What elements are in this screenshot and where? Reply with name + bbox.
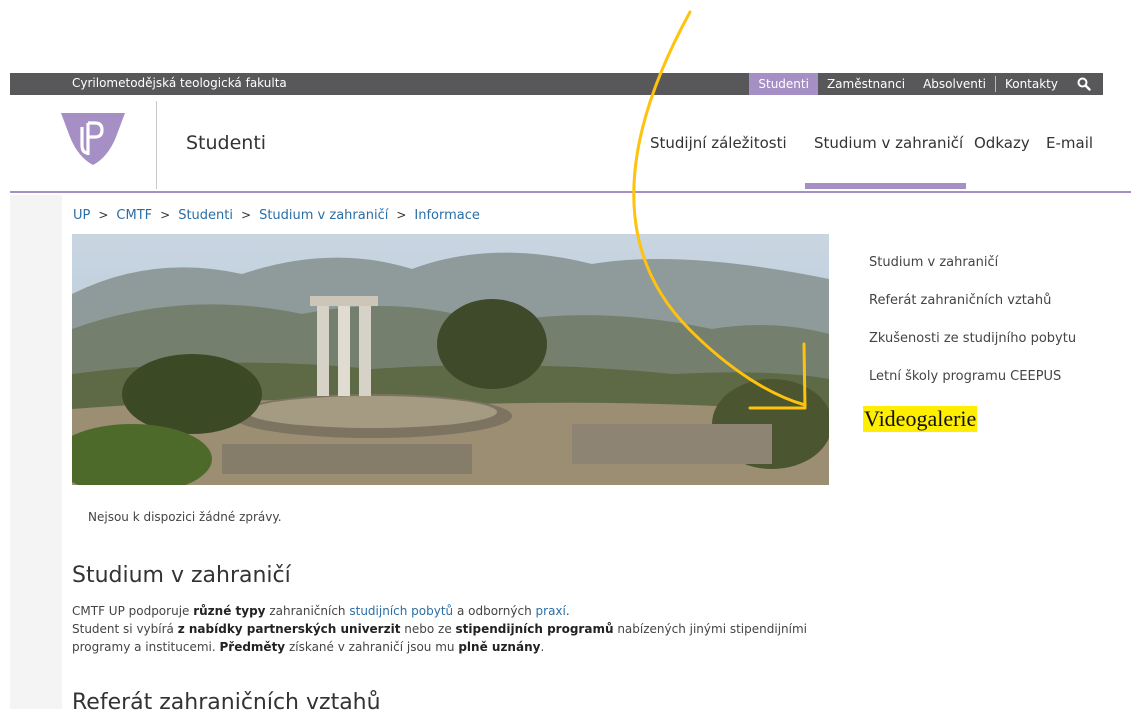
text: . — [565, 604, 570, 618]
breadcrumb-separator: > — [396, 208, 407, 222]
link-praxe[interactable]: praxí — [536, 604, 566, 618]
breadcrumb-separator: > — [98, 208, 109, 222]
main-nav: Studijní záležitosti Studium v zahraničí… — [10, 134, 1131, 158]
top-link-kontakty[interactable]: Kontakty — [996, 73, 1067, 95]
breadcrumb-studium[interactable]: Studium v zahraničí — [259, 208, 388, 223]
top-nav: Studenti Zaměstnanci Absolventi Kontakty — [749, 73, 1103, 95]
search-icon[interactable] — [1067, 73, 1103, 95]
text: a odborných — [453, 604, 536, 618]
header-bottom-border — [10, 191, 1131, 193]
bold-text: z nabídky partnerských univerzit — [177, 622, 401, 636]
text: zahraničních — [265, 604, 350, 618]
breadcrumb-up[interactable]: UP — [73, 208, 90, 223]
text: získané v zahraničí jsou mu — [285, 640, 459, 654]
breadcrumb-cmtf[interactable]: CMTF — [116, 208, 152, 223]
breadcrumb-studenti[interactable]: Studenti — [178, 208, 233, 223]
no-news-message: Nejsou k dispozici žádné zprávy. — [88, 510, 282, 524]
paragraph-1: CMTF UP podporuje různé typy zahraničníc… — [72, 602, 832, 620]
active-nav-indicator — [805, 183, 966, 189]
bold-text: Předměty — [219, 640, 286, 654]
site-header: Studenti Studijní záležitosti Studium v … — [10, 95, 1131, 193]
faculty-name[interactable]: Cyrilometodějská teologická fakulta — [72, 76, 287, 90]
text: nebo ze — [400, 622, 456, 636]
section-body-studium: CMTF UP podporuje různé typy zahraničníc… — [72, 602, 832, 656]
sidebar-item-studium[interactable]: Studium v zahraničí — [869, 255, 1076, 293]
text: . — [540, 640, 545, 654]
sidebar-item-referat[interactable]: Referát zahraničních vztahů — [869, 293, 1076, 331]
section-title-studium: Studium v zahraničí — [72, 563, 291, 588]
bold-text: plně uznány — [458, 640, 541, 654]
text: CMTF UP podporuje — [72, 604, 194, 618]
nav-email[interactable]: E-mail — [1046, 134, 1093, 152]
nav-studijni-zalezitosti[interactable]: Studijní záležitosti — [650, 134, 787, 152]
top-bar: Cyrilometodějská teologická fakulta Stud… — [10, 73, 1103, 95]
breadcrumb-separator: > — [160, 208, 171, 222]
sidebar-item-zkusenosti[interactable]: Zkušenosti ze studijního pobytu — [869, 331, 1076, 369]
bold-text: stipendijních programů — [455, 622, 614, 636]
section-title-referat: Referát zahraničních vztahů — [72, 690, 381, 715]
sidebar-item-videogalerie[interactable]: Videogalerie — [863, 406, 978, 432]
breadcrumb: UP > CMTF > Studenti > Studium v zahraničí > Inf… — [73, 208, 480, 223]
sidebar-nav: Studium v zahraničí Referát zahraničních… — [863, 255, 1076, 432]
bold-text: různé typy — [193, 604, 266, 618]
hero-image-delphi-ruins — [72, 234, 829, 485]
top-link-zamestnanci[interactable]: Zaměstnanci — [818, 73, 914, 95]
link-studijni-pobyty[interactable]: studijních pobytů — [349, 604, 453, 618]
top-link-studenti[interactable]: Studenti — [749, 73, 818, 95]
sidebar-item-letni-skoly[interactable]: Letní školy programu CEEPUS — [869, 369, 1076, 407]
nav-odkazy[interactable]: Odkazy — [974, 134, 1030, 152]
nav-studium-v-zahranici[interactable]: Studium v zahraničí — [814, 134, 963, 152]
top-link-absolventi[interactable]: Absolventi — [914, 73, 995, 95]
paragraph-2: Student si vybírá z nabídky partnerských… — [72, 620, 832, 656]
breadcrumb-informace[interactable]: Informace — [414, 208, 480, 223]
text: Student si vybírá — [72, 622, 178, 636]
breadcrumb-separator: > — [241, 208, 252, 222]
